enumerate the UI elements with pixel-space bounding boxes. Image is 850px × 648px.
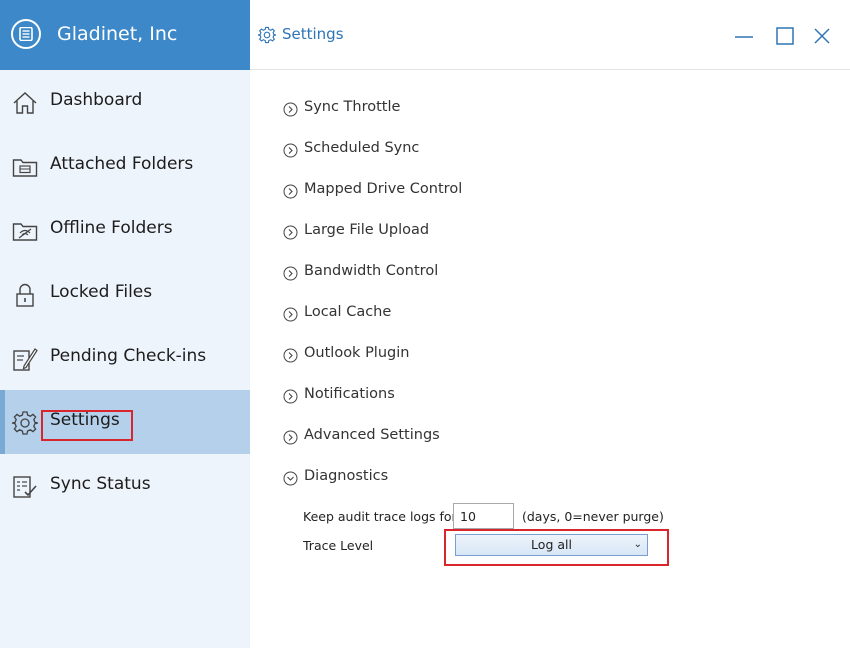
page-title-label: Settings bbox=[282, 25, 344, 43]
app-logo-icon bbox=[11, 19, 41, 49]
sidebar-item-label: Locked Files bbox=[50, 282, 153, 302]
sidebar-item-label: Attached Folders bbox=[50, 154, 194, 174]
sidebar-item-label: Sync Status bbox=[50, 474, 151, 494]
sidebar-item-attached-folders[interactable]: Attached Folders bbox=[0, 134, 250, 198]
highlight-box bbox=[444, 529, 669, 566]
audit-hint-text: (days, 0=never purge) bbox=[522, 509, 664, 524]
pending-checkin-icon bbox=[13, 348, 38, 371]
section-label: Sync Throttle bbox=[304, 99, 401, 115]
lock-icon bbox=[16, 283, 34, 307]
sidebar-item-sync-status[interactable]: Sync Status bbox=[0, 454, 250, 518]
gear-icon bbox=[258, 26, 276, 44]
section-label: Mapped Drive Control bbox=[304, 181, 463, 197]
audit-logs-label: Keep audit trace logs for bbox=[303, 509, 457, 524]
close-icon[interactable] bbox=[812, 26, 832, 46]
home-icon bbox=[13, 92, 37, 114]
attached-folder-icon bbox=[12, 159, 38, 177]
section-label: Advanced Settings bbox=[304, 427, 440, 443]
offline-folder-icon bbox=[12, 223, 38, 241]
section-label: Notifications bbox=[304, 386, 395, 402]
chevron-right-icon bbox=[283, 307, 298, 322]
section-label: Scheduled Sync bbox=[304, 140, 420, 156]
chevron-right-icon bbox=[283, 266, 298, 281]
maximize-icon[interactable] bbox=[775, 26, 795, 46]
sidebar-item-label: Offline Folders bbox=[50, 218, 173, 238]
header-divider bbox=[250, 69, 850, 70]
chevron-right-icon bbox=[283, 430, 298, 445]
highlight-box bbox=[41, 410, 133, 441]
chevron-right-icon bbox=[283, 348, 298, 363]
section-label: Bandwidth Control bbox=[304, 263, 439, 279]
section-label: Large File Upload bbox=[304, 222, 430, 238]
trace-level-label: Trace Level bbox=[303, 538, 374, 553]
sidebar-item-pending-check-ins[interactable]: Pending Check-ins bbox=[0, 326, 250, 390]
sidebar-item-offline-folders[interactable]: Offline Folders bbox=[0, 198, 250, 262]
sidebar-item-label: Dashboard bbox=[50, 90, 143, 110]
chevron-right-icon bbox=[283, 143, 298, 158]
app-title: Gladinet, Inc bbox=[57, 23, 178, 45]
sidebar-item-dashboard[interactable]: Dashboard bbox=[0, 70, 250, 134]
minimize-icon[interactable] bbox=[734, 26, 754, 46]
sidebar-item-label: Pending Check-ins bbox=[50, 346, 207, 366]
chevron-down-icon bbox=[283, 471, 298, 486]
section-label: Diagnostics bbox=[304, 468, 389, 484]
sidebar: Gladinet, Inc Dashboard Attached Folders… bbox=[0, 0, 250, 648]
section-label: Outlook Plugin bbox=[304, 345, 410, 361]
chevron-right-icon bbox=[283, 389, 298, 404]
chevron-right-icon bbox=[283, 184, 298, 199]
gear-icon bbox=[12, 411, 38, 435]
chevron-right-icon bbox=[283, 102, 298, 117]
sidebar-item-locked-files[interactable]: Locked Files bbox=[0, 262, 250, 326]
sync-status-icon bbox=[13, 476, 37, 498]
chevron-right-icon bbox=[283, 225, 298, 240]
brand-header: Gladinet, Inc bbox=[0, 0, 250, 70]
audit-days-input[interactable] bbox=[453, 503, 514, 529]
section-label: Local Cache bbox=[304, 304, 392, 320]
